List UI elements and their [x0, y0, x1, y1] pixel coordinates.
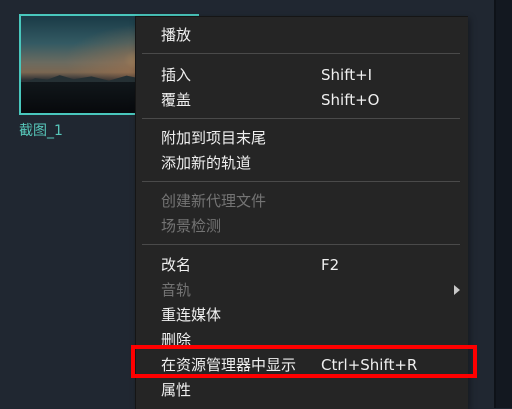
menu-separator [142, 53, 460, 54]
menu-separator [142, 118, 460, 119]
menu-item-label: 覆盖 [161, 91, 192, 109]
menu-item-audio-track: 音轨 [136, 278, 468, 302]
menu-item-insert[interactable]: 插入 Shift+I [136, 63, 468, 87]
menu-item-delete[interactable]: 删除 [136, 328, 468, 352]
menu-item-add-new-track[interactable]: 添加新的轨道 [136, 151, 468, 175]
menu-item-label: 属性 [161, 381, 192, 399]
menu-item-play[interactable]: 播放 [136, 23, 468, 47]
menu-item-rename[interactable]: 改名 F2 [136, 253, 468, 277]
menu-item-label: 插入 [161, 66, 192, 84]
chevron-right-icon [454, 285, 460, 295]
menu-item-shortcut: Shift+O [321, 91, 380, 109]
menu-item-label: 改名 [161, 256, 192, 274]
vertical-scrollbar-track[interactable] [496, 0, 512, 408]
menu-item-label: 音轨 [161, 281, 192, 299]
menu-item-scene-detection: 场景检测 [136, 214, 468, 238]
menu-item-relink-media[interactable]: 重连媒体 [136, 303, 468, 327]
menu-item-label: 删除 [161, 331, 192, 349]
menu-item-shortcut: F2 [321, 256, 340, 274]
menu-separator [142, 244, 460, 245]
menu-separator [142, 181, 460, 182]
media-thumbnail-label[interactable]: 截图_1 [19, 122, 63, 140]
menu-item-create-proxy-file: 创建新代理文件 [136, 189, 468, 213]
menu-item-label: 重连媒体 [161, 306, 222, 324]
menu-item-label: 创建新代理文件 [161, 192, 267, 210]
menu-item-label: 在资源管理器中显示 [161, 356, 297, 374]
context-menu: 播放 插入 Shift+I 覆盖 Shift+O 附加到项目末尾 添加新的轨道 … [135, 16, 468, 409]
menu-item-show-in-explorer[interactable]: 在资源管理器中显示 Ctrl+Shift+R [136, 353, 468, 377]
menu-item-label: 添加新的轨道 [161, 154, 252, 172]
menu-item-shortcut: Shift+I [321, 66, 373, 84]
menu-item-label: 附加到项目末尾 [161, 129, 267, 147]
menu-item-label: 播放 [161, 26, 192, 44]
menu-item-append-to-project-end[interactable]: 附加到项目末尾 [136, 126, 468, 150]
menu-item-properties[interactable]: 属性 [136, 378, 468, 402]
menu-item-label: 场景检测 [161, 217, 222, 235]
menu-item-overwrite[interactable]: 覆盖 Shift+O [136, 88, 468, 112]
menu-item-shortcut: Ctrl+Shift+R [321, 356, 418, 374]
